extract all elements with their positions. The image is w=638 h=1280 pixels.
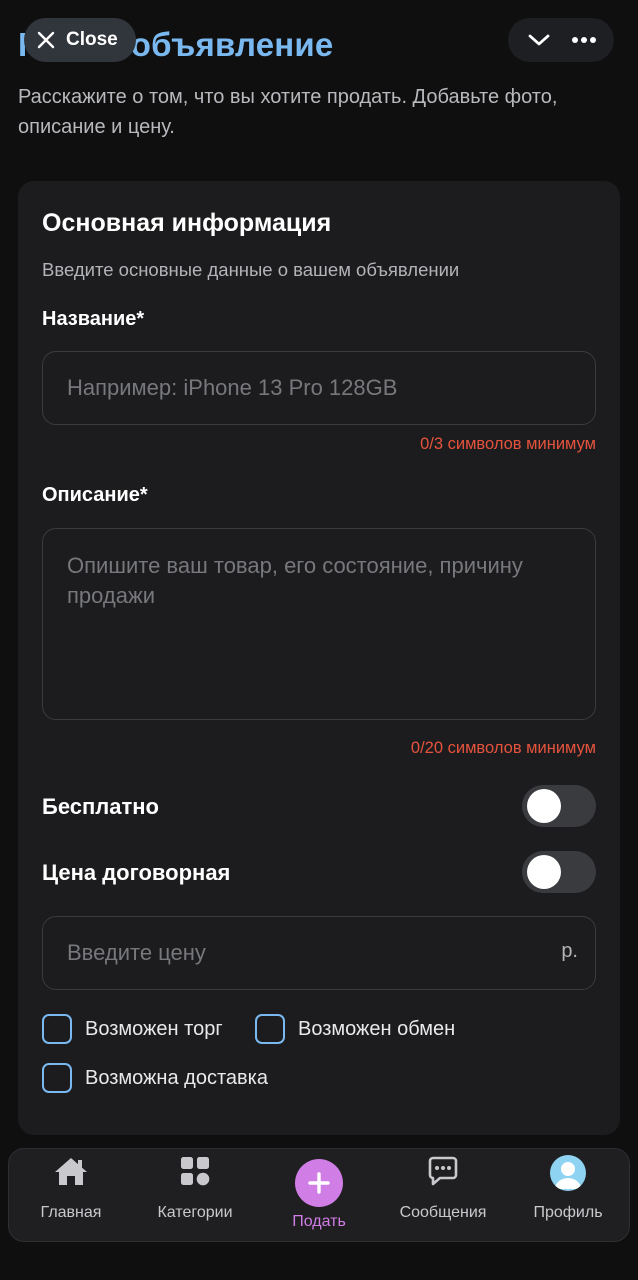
delivery-checkbox[interactable]: Возможна доставка — [42, 1063, 268, 1093]
negotiable-label: Цена договорная — [42, 860, 231, 885]
window-controls — [508, 18, 614, 62]
chevron-down-icon[interactable] — [521, 22, 557, 58]
section-title: Основная информация — [42, 209, 332, 237]
tab-messages[interactable]: Сообщения — [391, 1149, 495, 1243]
price-input[interactable] — [42, 916, 596, 990]
description-counter: 0/20 символов минимум — [410, 739, 596, 757]
tab-messages-label: Сообщения — [399, 1204, 487, 1221]
negotiable-toggle[interactable] — [522, 851, 596, 893]
tab-home[interactable]: Главная — [29, 1149, 113, 1243]
toggle-knob — [527, 789, 561, 823]
close-icon — [36, 30, 56, 50]
toggle-knob — [527, 855, 561, 889]
checkbox-box — [42, 1063, 72, 1093]
name-counter: 0/3 символов минимум — [420, 435, 596, 453]
free-toggle[interactable] — [522, 785, 596, 827]
exchange-label: Возможен обмен — [298, 1017, 456, 1040]
name-input[interactable] — [42, 351, 596, 425]
chat-bubble-icon — [428, 1156, 458, 1191]
currency-suffix: р. — [561, 940, 578, 962]
tab-profile-label: Профиль — [533, 1204, 603, 1221]
price-field: р. — [42, 916, 596, 990]
tab-post[interactable]: Подать — [279, 1149, 359, 1243]
home-icon — [53, 1156, 89, 1191]
more-dots-icon[interactable] — [566, 22, 602, 58]
plus-icon — [295, 1159, 343, 1207]
bargain-label: Возможен торг — [85, 1017, 223, 1040]
basic-info-card: Основная информация Введите основные дан… — [18, 181, 620, 1135]
close-button[interactable]: Close — [24, 18, 136, 62]
tab-profile[interactable]: Профиль — [523, 1149, 613, 1243]
grid-icon — [180, 1156, 210, 1191]
tab-home-label: Главная — [40, 1204, 102, 1221]
checkbox-box — [42, 1014, 72, 1044]
checkbox-box — [255, 1014, 285, 1044]
bargain-checkbox[interactable]: Возможен торг — [42, 1014, 223, 1044]
free-label: Бесплатно — [42, 794, 159, 819]
exchange-checkbox[interactable]: Возможен обмен — [255, 1014, 455, 1044]
section-description: Введите основные данные о вашем объявлен… — [42, 259, 460, 280]
tab-post-label: Подать — [292, 1213, 346, 1230]
tab-categories[interactable]: Категории — [139, 1149, 251, 1243]
name-label: Название* — [42, 308, 145, 330]
bottom-tab-bar: Главная Категории Подать Сообщения Профи — [8, 1148, 630, 1242]
avatar-icon — [550, 1155, 586, 1191]
description-label: Описание* — [42, 484, 148, 506]
tab-categories-label: Категории — [157, 1204, 233, 1221]
delivery-label: Возможна доставка — [85, 1066, 268, 1089]
page-subtitle: Расскажите о том, что вы хотите продать.… — [18, 86, 558, 138]
close-label: Close — [66, 29, 118, 50]
description-input[interactable] — [42, 528, 596, 720]
